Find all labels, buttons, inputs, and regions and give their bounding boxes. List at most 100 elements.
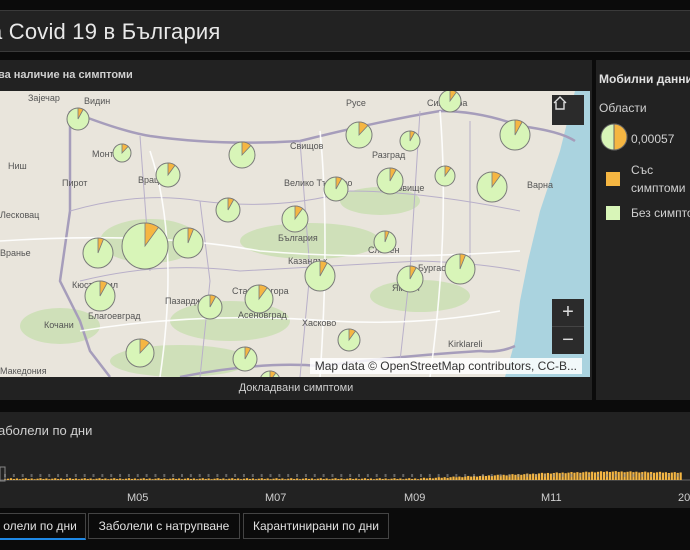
- timeline-bar: [278, 478, 281, 480]
- timeline-bar: [113, 478, 116, 480]
- region-pie-chart: [228, 141, 256, 169]
- timeline-bar: [160, 478, 163, 480]
- map-attribution[interactable]: Map data © OpenStreetMap contributors, C…: [309, 358, 582, 374]
- timeline-noise: [287, 474, 290, 477]
- timeline-bar: [340, 478, 343, 480]
- timeline-bar: [104, 478, 107, 480]
- timeline-bar: [145, 478, 148, 480]
- timeline-bar: [122, 479, 125, 480]
- timeline-bar: [172, 478, 175, 480]
- national-border: [69, 109, 576, 144]
- timeline-noise: [127, 474, 130, 477]
- timeline-noise: [473, 474, 476, 477]
- timeline-bar: [647, 472, 650, 480]
- timeline-noise: [119, 474, 122, 477]
- timeline-bar: [417, 479, 420, 480]
- timeline-bar: [63, 479, 66, 480]
- zoom-in-button[interactable]: +: [552, 299, 584, 326]
- timeline-bar: [68, 478, 72, 480]
- timeline-bar: [661, 472, 665, 480]
- timeline-bar: [585, 471, 588, 480]
- timeline-bar: [319, 478, 322, 480]
- timeline-bar: [307, 478, 311, 480]
- home-button[interactable]: [552, 95, 584, 125]
- timeline-noise: [667, 474, 670, 477]
- map-place-label: Хасково: [302, 318, 336, 328]
- region-pie-chart: [197, 294, 223, 320]
- tab-cumulative-cases[interactable]: Заболели с натрупване: [88, 513, 240, 539]
- timeline-noise: [358, 474, 360, 477]
- timeline-bar: [620, 471, 623, 480]
- timeline-bar: [45, 478, 48, 480]
- region-pie-chart: [337, 328, 361, 352]
- region-pie-chart: [84, 280, 116, 312]
- map-view[interactable]: ЗајечарВидинРусеСилистраСвищовРазградТър…: [0, 91, 590, 377]
- timeline-noise: [455, 474, 458, 477]
- timeline-bar: [446, 477, 449, 480]
- timeline-bar: [213, 478, 216, 480]
- map-canvas[interactable]: ЗајечарВидинРусеСилистраСвищовРазградТър…: [0, 91, 590, 377]
- timeline-noise: [375, 474, 378, 477]
- timeline-bar: [523, 474, 526, 480]
- timeline-bar: [360, 478, 364, 480]
- timeline-bar: [293, 478, 296, 480]
- timeline-bar: [487, 475, 490, 480]
- timeline-bar: [181, 479, 184, 480]
- timeline-bar: [119, 478, 122, 480]
- timeline-bar: [372, 479, 375, 480]
- timeline-bar: [576, 472, 579, 480]
- timeline-bar: [124, 478, 128, 480]
- timeline-noise: [260, 474, 263, 477]
- timeline-noise: [561, 474, 564, 477]
- timeline-noise: [552, 474, 555, 477]
- timeline-bar: [655, 472, 659, 480]
- timeline-noise: [526, 474, 529, 477]
- tab-cases-by-day[interactable]: олели по дни: [0, 513, 86, 540]
- timeline-noise: [234, 474, 237, 477]
- timeline-noise: [535, 474, 537, 477]
- timeline-bar: [626, 471, 629, 480]
- timeline-tick: M11: [541, 492, 562, 504]
- forest-area: [170, 301, 290, 341]
- timeline-noise: [676, 474, 679, 477]
- timeline-tick: M05: [127, 492, 149, 504]
- zoom-out-button[interactable]: −: [552, 327, 584, 354]
- timeline-bar: [281, 478, 284, 480]
- zoom-controls: + −: [552, 299, 584, 354]
- timeline-bar: [74, 478, 77, 480]
- timeline-bar: [310, 478, 313, 480]
- timeline-bar: [148, 478, 151, 480]
- region-pie-chart: [260, 370, 280, 377]
- timeline-noise: [490, 474, 493, 477]
- timeline-bar: [644, 471, 647, 480]
- tab-quarantined-by-day[interactable]: Карантинирани по дни: [243, 513, 389, 539]
- timeline-noise: [428, 474, 431, 477]
- timeline-bar: [18, 479, 21, 480]
- timeline-chart[interactable]: [0, 452, 690, 490]
- timeline-bar: [608, 472, 611, 480]
- timeline-bar: [431, 478, 434, 480]
- region-pie-chart: [396, 265, 424, 293]
- timeline-bar: [257, 478, 260, 480]
- timeline-bar: [502, 474, 505, 480]
- region-pie-chart: [376, 167, 404, 195]
- timeline-bar: [251, 478, 254, 480]
- timeline-bar: [39, 478, 42, 480]
- timeline-bar: [198, 478, 201, 480]
- timeline-noise: [623, 474, 626, 477]
- timeline-bar: [269, 479, 272, 480]
- timeline-bar: [299, 479, 302, 480]
- timeline-bar: [408, 478, 411, 480]
- timeline-bar: [210, 479, 213, 480]
- timeline-noise: [74, 474, 77, 477]
- region-pie-chart: [345, 121, 373, 149]
- timeline-noise: [154, 474, 157, 477]
- timeline-noise: [242, 474, 245, 477]
- region-pie-chart: [444, 253, 476, 285]
- timeline-bar: [355, 478, 358, 480]
- timeline-bar: [60, 478, 63, 480]
- timeline-bar: [130, 478, 134, 480]
- timeline-noise: [172, 474, 175, 477]
- timeline-bar: [30, 478, 33, 480]
- timeline-noise: [570, 474, 573, 477]
